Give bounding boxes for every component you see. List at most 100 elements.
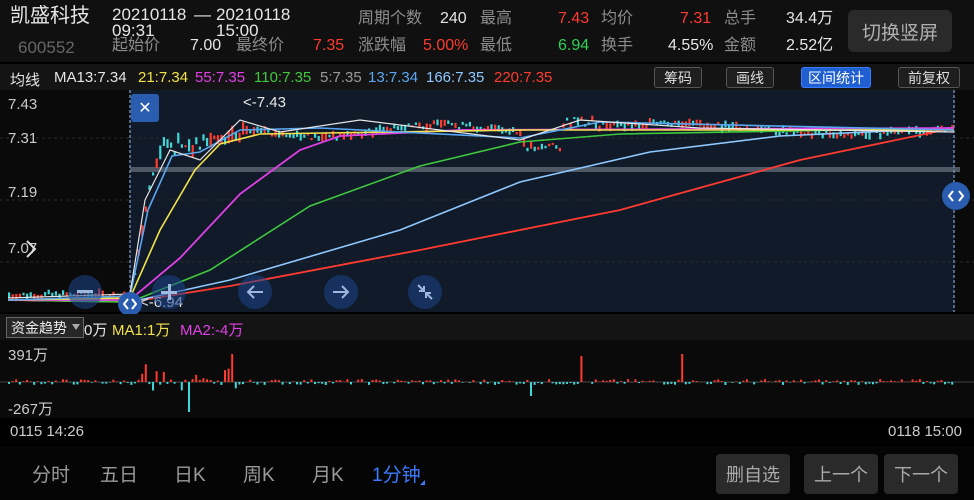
fund-bar	[900, 379, 903, 382]
candle	[62, 290, 65, 296]
fund-value: 0万	[84, 322, 108, 339]
time-axis-end: 0118 15:00	[888, 423, 962, 440]
fund-bar	[393, 382, 396, 384]
range-stats-button[interactable]: 区间统计	[801, 67, 871, 88]
zoom-out-button[interactable]	[68, 275, 102, 309]
candle	[843, 134, 846, 138]
candle	[440, 119, 443, 128]
chip-button[interactable]: 筹码	[654, 67, 702, 88]
tab-five-day[interactable]: 五日	[100, 460, 138, 487]
fund-bar	[94, 380, 97, 382]
close-icon: ✕	[138, 100, 152, 117]
y-label-7-43: 7.43	[8, 96, 38, 113]
fund-bar	[198, 379, 201, 382]
fund-bar	[936, 380, 939, 382]
fund-bar	[569, 382, 572, 384]
prev-stock-button[interactable]: 上一个	[804, 454, 878, 494]
fund-bar	[717, 379, 720, 382]
fund-bar	[112, 379, 115, 382]
fund-trend-chart[interactable]: 391万 -267万	[0, 340, 974, 418]
fund-bar	[742, 380, 745, 382]
kline-canvas[interactable]	[0, 90, 974, 312]
candle	[400, 125, 403, 131]
fund-top-label: 391万	[8, 347, 49, 364]
fund-bar	[166, 382, 169, 384]
fund-bar	[724, 382, 727, 385]
stat-value-avg: 7.31	[680, 10, 712, 27]
fund-bar	[360, 379, 363, 382]
fund-bar	[911, 379, 914, 382]
tab-1-minute[interactable]: 1分钟	[372, 460, 421, 487]
fund-bar	[65, 379, 68, 382]
candle	[177, 132, 180, 144]
fund-bar	[44, 382, 46, 384]
fund-bar	[861, 381, 864, 382]
remove-watchlist-button[interactable]: 删自选	[716, 454, 790, 494]
fund-bar	[40, 382, 43, 385]
indicator-selector[interactable]: 资金趋势	[6, 317, 84, 338]
tab-monthly-k[interactable]: 月K	[312, 460, 344, 487]
draw-line-button[interactable]: 画线	[726, 67, 774, 88]
fund-bar	[850, 380, 853, 382]
fund-bar	[202, 378, 205, 382]
price-adjust-button[interactable]: 前复权	[898, 67, 960, 88]
fund-bar	[227, 368, 230, 382]
switch-portrait-button[interactable]: 切换竖屏	[848, 10, 952, 52]
fund-bar	[818, 379, 820, 382]
zoom-in-button[interactable]	[152, 275, 186, 309]
fund-bar	[857, 382, 860, 385]
candle	[310, 138, 313, 141]
fund-bar	[677, 379, 680, 382]
fund-bar	[141, 373, 144, 382]
scroll-left-button[interactable]	[238, 275, 272, 309]
fund-bar	[810, 381, 813, 382]
fund-bar	[29, 381, 32, 382]
candle	[447, 120, 450, 124]
fund-bar	[706, 382, 709, 385]
collapse-button[interactable]	[408, 275, 442, 309]
fund-bar	[684, 382, 687, 385]
fund-bar	[666, 382, 669, 385]
fund-bar	[414, 381, 417, 382]
fund-bar	[440, 380, 442, 382]
fund-bar	[692, 380, 694, 382]
fund-bar	[854, 380, 856, 382]
range-start-handle[interactable]	[118, 292, 142, 316]
candle	[285, 134, 288, 138]
fund-bar	[760, 380, 763, 382]
kline-chart[interactable]: 7.43 7.31 7.19 7.07 <-7.43 <-6.94 ✕	[0, 90, 974, 316]
range-end-handle[interactable]	[942, 182, 970, 210]
tab-daily-k[interactable]: 日K	[174, 460, 206, 487]
fund-canvas	[0, 354, 974, 412]
next-stock-button[interactable]: 下一个	[884, 454, 958, 494]
scroll-right-button[interactable]	[324, 275, 358, 309]
candle	[436, 119, 439, 126]
candle	[555, 145, 558, 149]
candle	[490, 124, 493, 130]
fund-bar	[508, 380, 511, 382]
fund-bar	[292, 381, 295, 382]
fund-bar	[922, 382, 925, 384]
expand-left-button[interactable]	[20, 234, 42, 264]
fund-bar	[54, 380, 57, 382]
fund-bar	[371, 379, 374, 382]
fund-bar	[843, 380, 846, 382]
fund-bar	[836, 380, 838, 382]
ma-title: 均线	[10, 72, 41, 89]
candle	[202, 134, 205, 141]
candle	[828, 131, 831, 138]
plus-icon	[161, 284, 177, 300]
close-range-button[interactable]: ✕	[131, 94, 159, 122]
fund-bar	[101, 382, 104, 384]
range-separator: —	[194, 5, 211, 24]
candle	[465, 123, 468, 127]
candle	[533, 146, 536, 152]
candle	[461, 121, 464, 125]
fund-bar	[735, 381, 738, 382]
tab-intraday[interactable]: 分时	[32, 460, 70, 487]
ma-item: 166:7.35	[426, 69, 485, 86]
fund-bar	[533, 382, 536, 385]
fund-bar	[778, 380, 781, 382]
candle	[191, 145, 194, 157]
tab-weekly-k[interactable]: 周K	[243, 460, 275, 487]
